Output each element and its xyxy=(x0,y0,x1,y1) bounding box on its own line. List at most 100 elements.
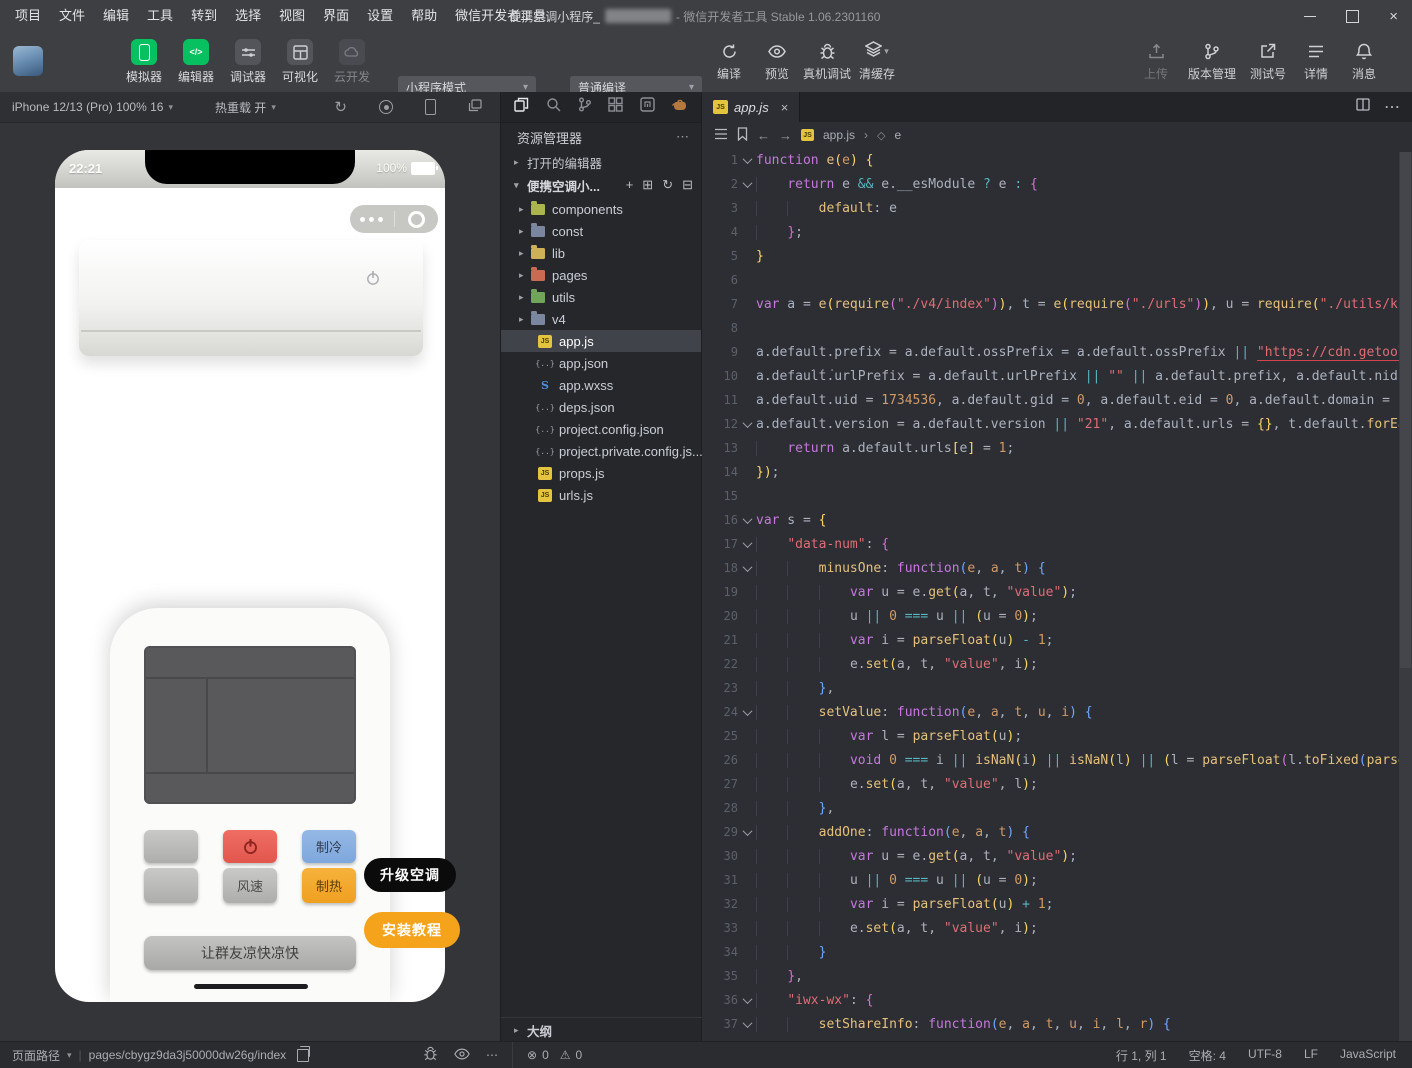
hot-reload-toggle[interactable]: 热重载 开 xyxy=(215,99,266,116)
code-line-6[interactable]: 6 xyxy=(702,268,1399,292)
tree-file-project-config-json[interactable]: {..}project.config.json xyxy=(501,418,701,440)
split-editor-icon[interactable] xyxy=(1356,98,1370,116)
menu-item[interactable]: 编辑 xyxy=(94,0,138,32)
status-more-icon[interactable]: ⋯ xyxy=(486,1048,498,1062)
remote-cool-button[interactable]: 制冷 xyxy=(302,830,356,863)
project-section[interactable]: ▾ 便携空调小... + ⊞ ↻ ⊟ xyxy=(501,173,701,197)
code-line-21[interactable]: 21 var i = parseFloat(u) - 1; xyxy=(702,628,1399,652)
breadcrumb-file[interactable]: app.js xyxy=(823,128,855,142)
code-line-9[interactable]: 9a.default.prefix = a.default.ossPrefix … xyxy=(702,340,1399,364)
refresh-explorer-icon[interactable]: ↻ xyxy=(662,177,673,193)
remote-share-button[interactable]: 让群友凉快凉快 xyxy=(144,936,356,970)
open-editors-section[interactable]: ▸ 打开的编辑器 xyxy=(501,151,701,173)
extensions-icon[interactable] xyxy=(608,97,623,117)
code-line-20[interactable]: 20 u || 0 === u || (u = 0); xyxy=(702,604,1399,628)
miniprogram-capsule[interactable] xyxy=(350,205,438,233)
bookmark-icon[interactable] xyxy=(737,127,748,144)
close-tab-icon[interactable]: × xyxy=(781,100,789,115)
tab-app-js[interactable]: JS app.js × xyxy=(702,92,800,122)
user-avatar[interactable] xyxy=(13,46,43,76)
preview-button[interactable]: 预览 xyxy=(753,39,801,82)
close-window-icon[interactable]: × xyxy=(1389,9,1398,24)
code-line-36[interactable]: 36 "iwx-wx": { xyxy=(702,988,1399,1012)
minimize-icon[interactable] xyxy=(1304,16,1316,17)
code-line-27[interactable]: 27 e.set(a, t, "value", l); xyxy=(702,772,1399,796)
message-button[interactable]: 消息 xyxy=(1340,39,1388,82)
menu-item[interactable]: 转到 xyxy=(182,0,226,32)
menu-item[interactable]: 界面 xyxy=(314,0,358,32)
code-line-28[interactable]: 28 }, xyxy=(702,796,1399,820)
maximize-icon[interactable] xyxy=(1346,10,1359,23)
cloud-dev-button[interactable]: 云开发 xyxy=(328,39,376,85)
multi-window-icon[interactable] xyxy=(468,99,482,115)
remote-blank-button-1[interactable] xyxy=(144,830,198,863)
fold-chevron-icon[interactable] xyxy=(738,565,756,572)
code-line-31[interactable]: 31 u || 0 === u || (u = 0); xyxy=(702,868,1399,892)
page-path-value[interactable]: pages/cbygz9da3j50000dw26g/index xyxy=(89,1048,287,1062)
statusbar-segment[interactable]: JavaScript xyxy=(1340,1047,1396,1064)
code-line-7[interactable]: 7var a = e(require("./v4/index")), t = e… xyxy=(702,292,1399,316)
menu-item[interactable]: 选择 xyxy=(226,0,270,32)
code-line-16[interactable]: 16var s = { xyxy=(702,508,1399,532)
record-icon[interactable] xyxy=(379,100,393,114)
nav-back-icon[interactable]: ← xyxy=(757,128,770,143)
fold-chevron-icon[interactable] xyxy=(738,1021,756,1028)
menu-item[interactable]: 文件 xyxy=(50,0,94,32)
breadcrumb-symbol[interactable]: e xyxy=(895,128,902,142)
new-file-icon[interactable]: + xyxy=(626,177,634,193)
tree-file-project-private-config-js-[interactable]: {..}project.private.config.js... xyxy=(501,440,701,462)
source-control-icon[interactable] xyxy=(578,97,592,117)
statusbar-segment[interactable]: LF xyxy=(1304,1047,1318,1064)
remote-blank-button-2[interactable] xyxy=(144,868,198,903)
outline-section[interactable]: ▸ 大纲 xyxy=(501,1017,714,1042)
test-account-button[interactable]: 测试号 xyxy=(1244,39,1292,82)
fold-chevron-icon[interactable] xyxy=(738,421,756,428)
code-line-11[interactable]: 11a.default.uid = 1734536, a.default.gid… xyxy=(702,388,1399,412)
tree-file-app-js[interactable]: JSapp.js xyxy=(501,330,701,352)
npm-icon[interactable] xyxy=(640,97,655,117)
tree-file-app-wxss[interactable]: Sapp.wxss xyxy=(501,374,701,396)
upgrade-ac-button[interactable]: 升级空调 xyxy=(364,858,456,892)
tree-file-app-json[interactable]: {..}app.json xyxy=(501,352,701,374)
capsule-close-icon[interactable] xyxy=(395,211,439,228)
teapot-icon[interactable] xyxy=(672,98,688,116)
code-line-5[interactable]: 5} xyxy=(702,244,1399,268)
copy-path-icon[interactable] xyxy=(297,1049,309,1062)
code-line-35[interactable]: 35 }, xyxy=(702,964,1399,988)
statusbar-segment[interactable]: UTF-8 xyxy=(1248,1047,1282,1064)
code-line-12[interactable]: 12a.default.version = a.default.version … xyxy=(702,412,1399,436)
detail-button[interactable]: 详情 xyxy=(1292,39,1340,82)
warning-icon[interactable]: ⚠ xyxy=(560,1048,571,1062)
code-line-8[interactable]: 8 xyxy=(702,316,1399,340)
code-line-29[interactable]: 29 addOne: function(e, a, t) { xyxy=(702,820,1399,844)
visualize-toggle-button[interactable]: 可视化 xyxy=(276,39,324,85)
collapse-all-icon[interactable]: ⊟ xyxy=(682,177,693,193)
code-line-34[interactable]: 34 } xyxy=(702,940,1399,964)
compile-button[interactable]: 编译 xyxy=(705,39,753,82)
tree-folder-pages[interactable]: ▸pages xyxy=(501,264,701,286)
tree-file-props-js[interactable]: JSprops.js xyxy=(501,462,701,484)
code-line-10[interactable]: 10a.default.urlPrefix = a.default.urlPre… xyxy=(702,364,1399,388)
upload-button[interactable]: 上传 xyxy=(1132,39,1180,82)
fold-chevron-icon[interactable] xyxy=(738,829,756,836)
device-frame-icon[interactable] xyxy=(425,99,436,115)
tree-folder-utils[interactable]: ▸utils xyxy=(501,286,701,308)
tree-folder-lib[interactable]: ▸lib xyxy=(501,242,701,264)
nav-forward-icon[interactable]: → xyxy=(779,128,792,143)
fold-chevron-icon[interactable] xyxy=(738,517,756,524)
statusbar-segment[interactable]: 空格: 4 xyxy=(1189,1047,1226,1064)
code-line-23[interactable]: 23 }, xyxy=(702,676,1399,700)
code-line-37[interactable]: 37 setShareInfo: function(e, a, t, u, i,… xyxy=(702,1012,1399,1036)
menu-item[interactable]: 设置 xyxy=(358,0,402,32)
code-line-19[interactable]: 19 var u = e.get(a, t, "value"); xyxy=(702,580,1399,604)
simulator-toggle-button[interactable]: 模拟器 xyxy=(120,39,168,85)
code-line-30[interactable]: 30 var u = e.get(a, t, "value"); xyxy=(702,844,1399,868)
code-line-13[interactable]: 13 return a.default.urls[e] = 1; xyxy=(702,436,1399,460)
code-line-22[interactable]: 22 e.set(a, t, "value", i); xyxy=(702,652,1399,676)
statusbar-segment[interactable]: 行 1, 列 1 xyxy=(1116,1047,1167,1064)
clear-cache-button[interactable]: ▾ 清缓存 xyxy=(853,39,901,82)
new-folder-icon[interactable]: ⊞ xyxy=(642,177,653,193)
menu-item[interactable]: 帮助 xyxy=(402,0,446,32)
fold-chevron-icon[interactable] xyxy=(738,181,756,188)
menu-item[interactable]: 项目 xyxy=(6,0,50,32)
